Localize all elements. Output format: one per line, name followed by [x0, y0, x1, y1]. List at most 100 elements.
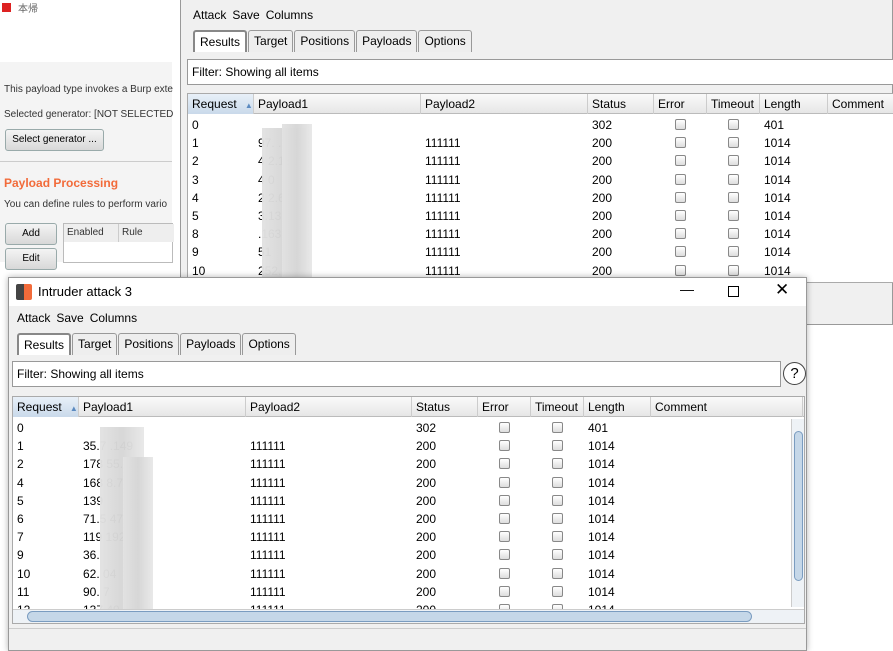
cell-request: 4	[192, 190, 199, 205]
timeout-checkbox[interactable]	[727, 137, 739, 149]
column-header-payload1[interactable]: Payload1	[79, 397, 246, 417]
column-header-error[interactable]: Error	[478, 397, 531, 417]
timeout-checkbox[interactable]	[551, 567, 563, 579]
timeout-checkbox[interactable]	[727, 264, 739, 276]
col-enabled[interactable]: Enabled	[64, 224, 119, 242]
menu-save[interactable]: Save	[232, 8, 259, 22]
edit-button[interactable]: Edit	[5, 248, 57, 270]
cell-request: 5	[192, 209, 199, 223]
column-header-status[interactable]: Status	[412, 397, 478, 417]
menu-columns[interactable]: Columns	[90, 311, 137, 325]
table-header: Request ▲ Payload1 Payload2 Status Error Time…	[188, 94, 893, 114]
error-checkbox[interactable]	[674, 210, 686, 221]
tab-positions[interactable]: Positions	[118, 333, 180, 355]
timeout-checkbox[interactable]	[727, 173, 739, 185]
help-icon[interactable]: ?	[783, 362, 806, 385]
timeout-checkbox[interactable]	[551, 494, 563, 506]
cell-payload2: 111111	[425, 209, 461, 223]
error-checkbox[interactable]	[498, 531, 510, 543]
tab-positions[interactable]: Positions	[294, 30, 356, 52]
cell-comment	[828, 262, 832, 280]
status-area	[9, 628, 806, 650]
column-header-payload1[interactable]: Payload1	[254, 94, 421, 114]
close-icon[interactable]: ✕	[775, 280, 789, 300]
tab-target[interactable]: Target	[248, 30, 294, 52]
minimize-icon[interactable]: —	[680, 281, 694, 297]
column-header-length[interactable]: Length	[584, 397, 651, 417]
tab-options[interactable]: Options	[418, 30, 472, 52]
tab-payloads[interactable]: Payloads	[356, 30, 418, 52]
select-generator-button[interactable]: Select generator ...	[5, 129, 104, 151]
tab-options[interactable]: Options	[242, 333, 296, 355]
timeout-checkbox[interactable]	[551, 476, 563, 488]
error-checkbox[interactable]	[498, 513, 510, 524]
timeout-checkbox[interactable]	[727, 155, 739, 167]
error-checkbox[interactable]	[674, 191, 686, 203]
timeout-checkbox[interactable]	[551, 531, 563, 543]
error-checkbox[interactable]	[674, 155, 686, 167]
column-header-timeout[interactable]: Timeout	[707, 94, 760, 114]
error-checkbox[interactable]	[498, 494, 510, 506]
menu-save[interactable]: Save	[56, 311, 83, 325]
error-checkbox[interactable]	[498, 585, 510, 597]
cell-payload2: 111111	[250, 548, 286, 563]
column-header-payload2[interactable]: Payload2	[246, 397, 412, 417]
tab-bar: Results Target Positions Payloads Option…	[17, 333, 297, 355]
column-header-timeout[interactable]: Timeout	[531, 397, 584, 417]
error-checkbox[interactable]	[674, 264, 686, 276]
menu-attack[interactable]: Attack	[17, 311, 50, 325]
error-checkbox[interactable]	[498, 440, 510, 452]
error-checkbox[interactable]	[498, 476, 510, 488]
timeout-checkbox[interactable]	[727, 191, 739, 203]
menu-columns[interactable]: Columns	[266, 8, 313, 22]
cell-payload1	[79, 419, 83, 437]
column-header-status[interactable]: Status	[588, 94, 654, 114]
timeout-checkbox[interactable]	[727, 246, 739, 258]
tab-target[interactable]: Target	[72, 333, 118, 355]
menu-attack[interactable]: Attack	[193, 8, 226, 22]
cell-length: 1014	[588, 584, 615, 599]
horizontal-scrollbar[interactable]	[13, 609, 804, 623]
tab-results[interactable]: Results	[17, 333, 72, 355]
column-header-request[interactable]: Request ▲	[13, 397, 79, 417]
column-header-comment[interactable]: Comment	[651, 397, 803, 417]
add-button[interactable]: Add	[5, 223, 57, 245]
error-checkbox[interactable]	[498, 567, 510, 579]
timeout-checkbox[interactable]	[727, 210, 739, 221]
cell-payload2: 111111	[250, 457, 286, 472]
column-header-request[interactable]: Request ▲	[188, 94, 254, 114]
column-header-comment[interactable]: Comment	[828, 94, 893, 114]
error-checkbox[interactable]	[674, 173, 686, 185]
column-header-payload2[interactable]: Payload2	[421, 94, 588, 114]
filter-bar[interactable]: Filter: Showing all items	[12, 361, 781, 387]
timeout-checkbox[interactable]	[551, 458, 563, 470]
error-checkbox[interactable]	[674, 228, 686, 240]
timeout-checkbox[interactable]	[551, 513, 563, 524]
error-checkbox[interactable]	[498, 422, 510, 433]
timeout-checkbox[interactable]	[551, 549, 563, 561]
timeout-checkbox[interactable]	[551, 440, 563, 452]
error-checkbox[interactable]	[498, 458, 510, 470]
cell-comment	[828, 152, 832, 170]
redaction-blur	[123, 457, 153, 623]
timeout-checkbox[interactable]	[727, 119, 739, 130]
col-rule[interactable]: Rule	[119, 224, 174, 242]
timeout-checkbox[interactable]	[551, 585, 563, 597]
timeout-checkbox[interactable]	[551, 422, 563, 433]
cell-comment	[651, 546, 655, 564]
table-header: Request ▲ Payload1 Payload2 Status Error Time…	[13, 397, 804, 417]
maximize-icon[interactable]	[728, 286, 739, 297]
column-header-error[interactable]: Error	[654, 94, 707, 114]
tab-results[interactable]: Results	[193, 30, 248, 52]
error-checkbox[interactable]	[498, 549, 510, 561]
processing-desc: You can define rules to perform vario	[4, 199, 168, 210]
error-checkbox[interactable]	[674, 246, 686, 258]
error-checkbox[interactable]	[674, 137, 686, 149]
column-header-length[interactable]: Length	[760, 94, 828, 114]
error-checkbox[interactable]	[674, 119, 686, 130]
timeout-checkbox[interactable]	[727, 228, 739, 240]
filter-bar[interactable]: Filter: Showing all items	[187, 59, 893, 85]
cell-request: 9	[17, 548, 24, 563]
tab-payloads[interactable]: Payloads	[180, 333, 242, 355]
vertical-scrollbar[interactable]	[791, 419, 804, 607]
